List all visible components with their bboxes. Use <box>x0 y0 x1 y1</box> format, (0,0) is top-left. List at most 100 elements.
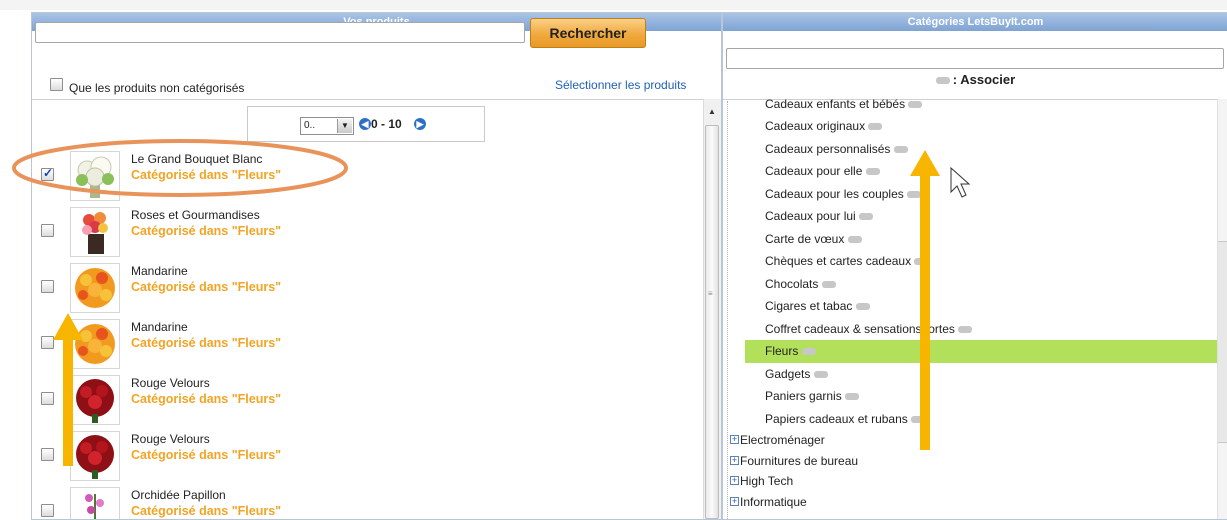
product-category: Catégorisé dans "Fleurs" <box>131 504 282 518</box>
scrollbar-thumb[interactable] <box>1218 241 1227 443</box>
product-checkbox[interactable] <box>41 166 54 181</box>
product-image <box>70 151 120 201</box>
category-tree-scrollbar[interactable] <box>1217 99 1227 519</box>
product-name: Orchidée Papillon <box>131 488 226 502</box>
associate-pill-icon[interactable] <box>958 325 973 333</box>
product-category: Catégorisé dans "Fleurs" <box>131 224 282 238</box>
dropdown-arrow-icon: ▼ <box>337 119 352 133</box>
category-label: Gadgets <box>765 366 811 381</box>
associate-label: : Associer <box>723 72 1227 87</box>
product-row[interactable]: Mandarine Catégorisé dans "Fleurs" <box>32 316 702 372</box>
product-row[interactable]: Rouge Velours Catégorisé dans "Fleurs" <box>32 372 702 428</box>
associate-pill-icon[interactable] <box>821 280 836 288</box>
next-page-icon[interactable]: ▶ <box>414 118 426 130</box>
associate-pill-icon[interactable] <box>845 393 860 401</box>
uncategorized-filter-label: Que les produits non catégorisés <box>69 81 245 95</box>
category-search-input[interactable] <box>726 48 1224 69</box>
search-button[interactable]: Rechercher <box>530 18 646 48</box>
white-bouquet-image <box>76 156 114 198</box>
category-label: Cadeaux originaux <box>765 119 866 133</box>
expand-plus-icon[interactable]: + <box>730 496 739 506</box>
product-checkbox[interactable] <box>41 448 54 461</box>
category-label: Cadeaux pour les couples <box>765 186 904 201</box>
prev-page-icon[interactable]: ◀ <box>359 118 371 130</box>
scrollbar-thumb[interactable] <box>705 125 719 519</box>
associate-pill-icon[interactable] <box>865 168 880 176</box>
category-item[interactable]: Gadgets <box>723 363 1227 386</box>
category-item[interactable]: Cadeaux originaux <box>723 115 1227 138</box>
expand-plus-icon[interactable]: + <box>730 476 739 485</box>
category-label: Chocolats <box>765 276 819 291</box>
category-item[interactable]: Cadeaux personnalisés <box>723 138 1227 161</box>
category-group[interactable]: + High Tech <box>723 471 1227 492</box>
page-range: 0 - 10 <box>371 117 402 131</box>
category-group[interactable]: + Informatique <box>723 492 1227 513</box>
category-item[interactable]: Papiers cadeaux et rubans <box>723 408 1227 431</box>
uncategorized-filter-checkbox[interactable] <box>50 78 63 91</box>
product-list-scrollbar[interactable]: ▲ ≡ <box>703 99 721 519</box>
associate-pill-icon[interactable] <box>868 123 883 131</box>
associate-pill-icon[interactable] <box>911 415 926 423</box>
category-label: Paniers garnis <box>765 389 842 403</box>
product-image <box>70 375 120 425</box>
page-select[interactable]: 0.. ▼ <box>300 117 354 135</box>
product-image <box>70 207 120 257</box>
product-category: Catégorisé dans "Fleurs" <box>131 168 282 182</box>
product-row[interactable]: Roses et Gourmandises Catégorisé dans "F… <box>32 204 702 260</box>
red-roses-image <box>76 379 114 423</box>
associate-pill-icon[interactable] <box>908 101 923 109</box>
associate-pill-icon[interactable] <box>914 258 929 266</box>
mandarine-bouquet-image <box>75 324 115 364</box>
product-checkbox[interactable] <box>41 336 54 349</box>
product-checkbox[interactable] <box>41 224 54 237</box>
category-label: Coffret cadeaux & sensations fortes <box>765 321 955 336</box>
orchid-image <box>85 494 104 519</box>
category-group-label: Fournitures de bureau <box>740 453 859 468</box>
associate-pill-icon[interactable] <box>859 213 874 221</box>
product-row[interactable]: Mandarine Catégorisé dans "Fleurs" <box>32 260 702 316</box>
product-checkbox[interactable] <box>41 280 54 293</box>
associate-pill-icon[interactable] <box>813 370 828 378</box>
category-tree: Cadeaux enfants et bébés Cadeaux origina… <box>723 97 1227 512</box>
category-group[interactable]: + Electroménager <box>723 430 1227 451</box>
category-item[interactable]: Chocolats <box>723 273 1227 296</box>
product-checkbox[interactable] <box>41 504 54 517</box>
categories-panel-title: Catégories LetsBuyIt.com <box>723 13 1227 31</box>
associate-pill-icon[interactable] <box>907 190 922 198</box>
expand-plus-icon[interactable]: + <box>730 455 739 465</box>
category-item[interactable]: Carte de vœux <box>723 228 1227 251</box>
product-checkbox[interactable] <box>41 392 54 405</box>
associate-pill-icon <box>935 77 950 85</box>
category-item[interactable]: Cadeaux pour elle <box>723 160 1227 183</box>
product-row[interactable]: Rouge Velours Catégorisé dans "Fleurs" <box>32 428 702 484</box>
select-products-link[interactable]: Sélectionner les produits <box>555 78 686 92</box>
product-category: Catégorisé dans "Fleurs" <box>131 336 282 350</box>
category-item[interactable]: Paniers garnis <box>723 385 1227 408</box>
category-item[interactable]: Cadeaux pour lui <box>723 205 1227 228</box>
category-group[interactable]: + Fournitures de bureau <box>723 451 1227 472</box>
category-item[interactable]: Chèques et cartes cadeaux <box>723 250 1227 273</box>
associate-pill-icon[interactable] <box>855 303 870 311</box>
expand-plus-icon[interactable]: + <box>730 435 739 444</box>
category-item[interactable]: Coffret cadeaux & sensations fortes <box>723 318 1227 341</box>
product-search-input[interactable] <box>35 22 525 43</box>
associate-pill-icon[interactable] <box>893 145 908 153</box>
product-image <box>70 431 120 481</box>
product-image <box>70 319 120 369</box>
category-item[interactable]: Cigares et tabac <box>723 295 1227 318</box>
category-item[interactable]: Cadeaux enfants et bébés <box>723 97 1227 115</box>
associate-pill-icon[interactable] <box>801 348 816 356</box>
product-category: Catégorisé dans "Fleurs" <box>131 392 282 406</box>
scroll-grip-icon: ≡ <box>708 289 713 298</box>
category-item[interactable]: Cadeaux pour les couples <box>723 183 1227 206</box>
product-row[interactable]: Le Grand Bouquet Blanc Catégorisé dans "… <box>32 148 702 204</box>
mandarine-bouquet-image <box>75 268 115 308</box>
category-group-label: High Tech <box>740 474 794 488</box>
category-item-selected[interactable]: Fleurs <box>745 340 1225 363</box>
roses-box-image <box>82 212 108 254</box>
product-list: Le Grand Bouquet Blanc Catégorisé dans "… <box>32 148 702 519</box>
associate-pill-icon[interactable] <box>847 235 862 243</box>
product-row[interactable]: Orchidée Papillon Catégorisé dans "Fleur… <box>32 484 702 519</box>
scroll-up-icon[interactable]: ▲ <box>708 107 716 116</box>
top-strip <box>0 0 1227 10</box>
